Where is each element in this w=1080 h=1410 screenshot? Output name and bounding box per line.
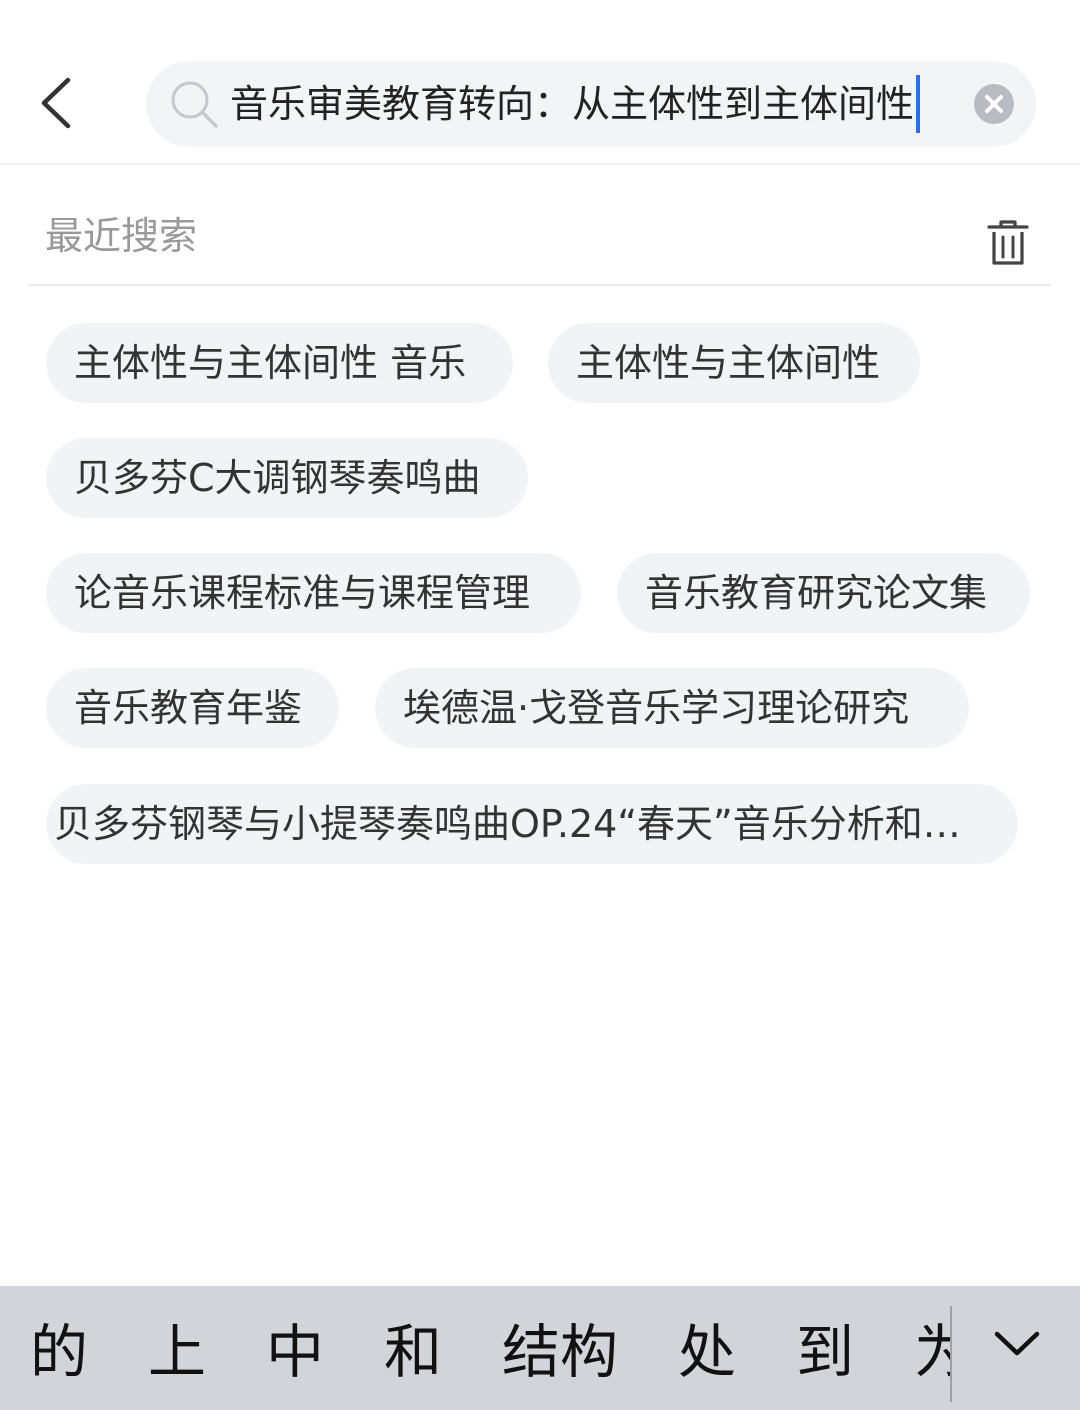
ime-candidate[interactable]: 处 [678, 1314, 736, 1390]
recent-search-chip[interactable]: 论音乐课程标准与课程管理 [46, 553, 581, 633]
recent-searches-header: 最近搜索 [28, 190, 1051, 286]
ime-candidate[interactable]: 中 [266, 1314, 324, 1390]
close-circle-icon [985, 95, 1003, 113]
back-button[interactable] [30, 70, 86, 136]
recent-search-chip[interactable]: 主体性与主体间性 [548, 323, 920, 403]
ime-expand-button[interactable] [990, 1324, 1044, 1364]
search-box[interactable]: 音乐审美教育转向：从主体性到主体间性 [146, 61, 1036, 147]
search-input[interactable]: 音乐审美教育转向：从主体性到主体间性 [230, 75, 970, 133]
ime-candidate[interactable]: 结构 [502, 1314, 618, 1390]
recent-search-chip[interactable]: 埃德温·戈登音乐学习理论研究 [375, 668, 969, 748]
magnifier-icon [171, 81, 218, 128]
trash-icon [987, 220, 1029, 265]
recent-search-chip[interactable]: 贝多芬钢琴与小提琴奏鸣曲OP.24“春天”音乐分析和… [46, 784, 1018, 864]
text-caret [916, 75, 921, 133]
ime-candidate[interactable]: 和 [384, 1314, 442, 1390]
ime-candidate[interactable]: 到 [796, 1314, 854, 1390]
clear-history-button[interactable] [986, 218, 1030, 268]
ime-candidate-bar: 的 上 中 和 结构 处 到 为 [0, 1286, 1080, 1410]
ime-candidate[interactable]: 上 [148, 1314, 206, 1390]
search-query-text: 音乐审美教育转向：从主体性到主体间性 [230, 82, 915, 126]
recent-searches-title: 最近搜索 [45, 214, 198, 258]
recent-search-chip[interactable]: 音乐教育年鉴 [46, 668, 339, 748]
recent-search-chip[interactable]: 贝多芬C大调钢琴奏鸣曲 [46, 438, 528, 518]
ime-candidate[interactable]: 的 [30, 1314, 88, 1390]
ime-candidate[interactable]: 为 [914, 1314, 950, 1390]
recent-search-chip[interactable]: 音乐教育研究论文集 [617, 553, 1030, 633]
search-header: 音乐审美教育转向：从主体性到主体间性 [0, 0, 1080, 165]
clear-search-button[interactable] [974, 84, 1014, 124]
chevron-down-icon [994, 1331, 1040, 1356]
recent-search-chip[interactable]: 主体性与主体间性 音乐 [46, 323, 513, 403]
chevron-left-icon [41, 77, 71, 129]
ime-divider [950, 1306, 952, 1402]
